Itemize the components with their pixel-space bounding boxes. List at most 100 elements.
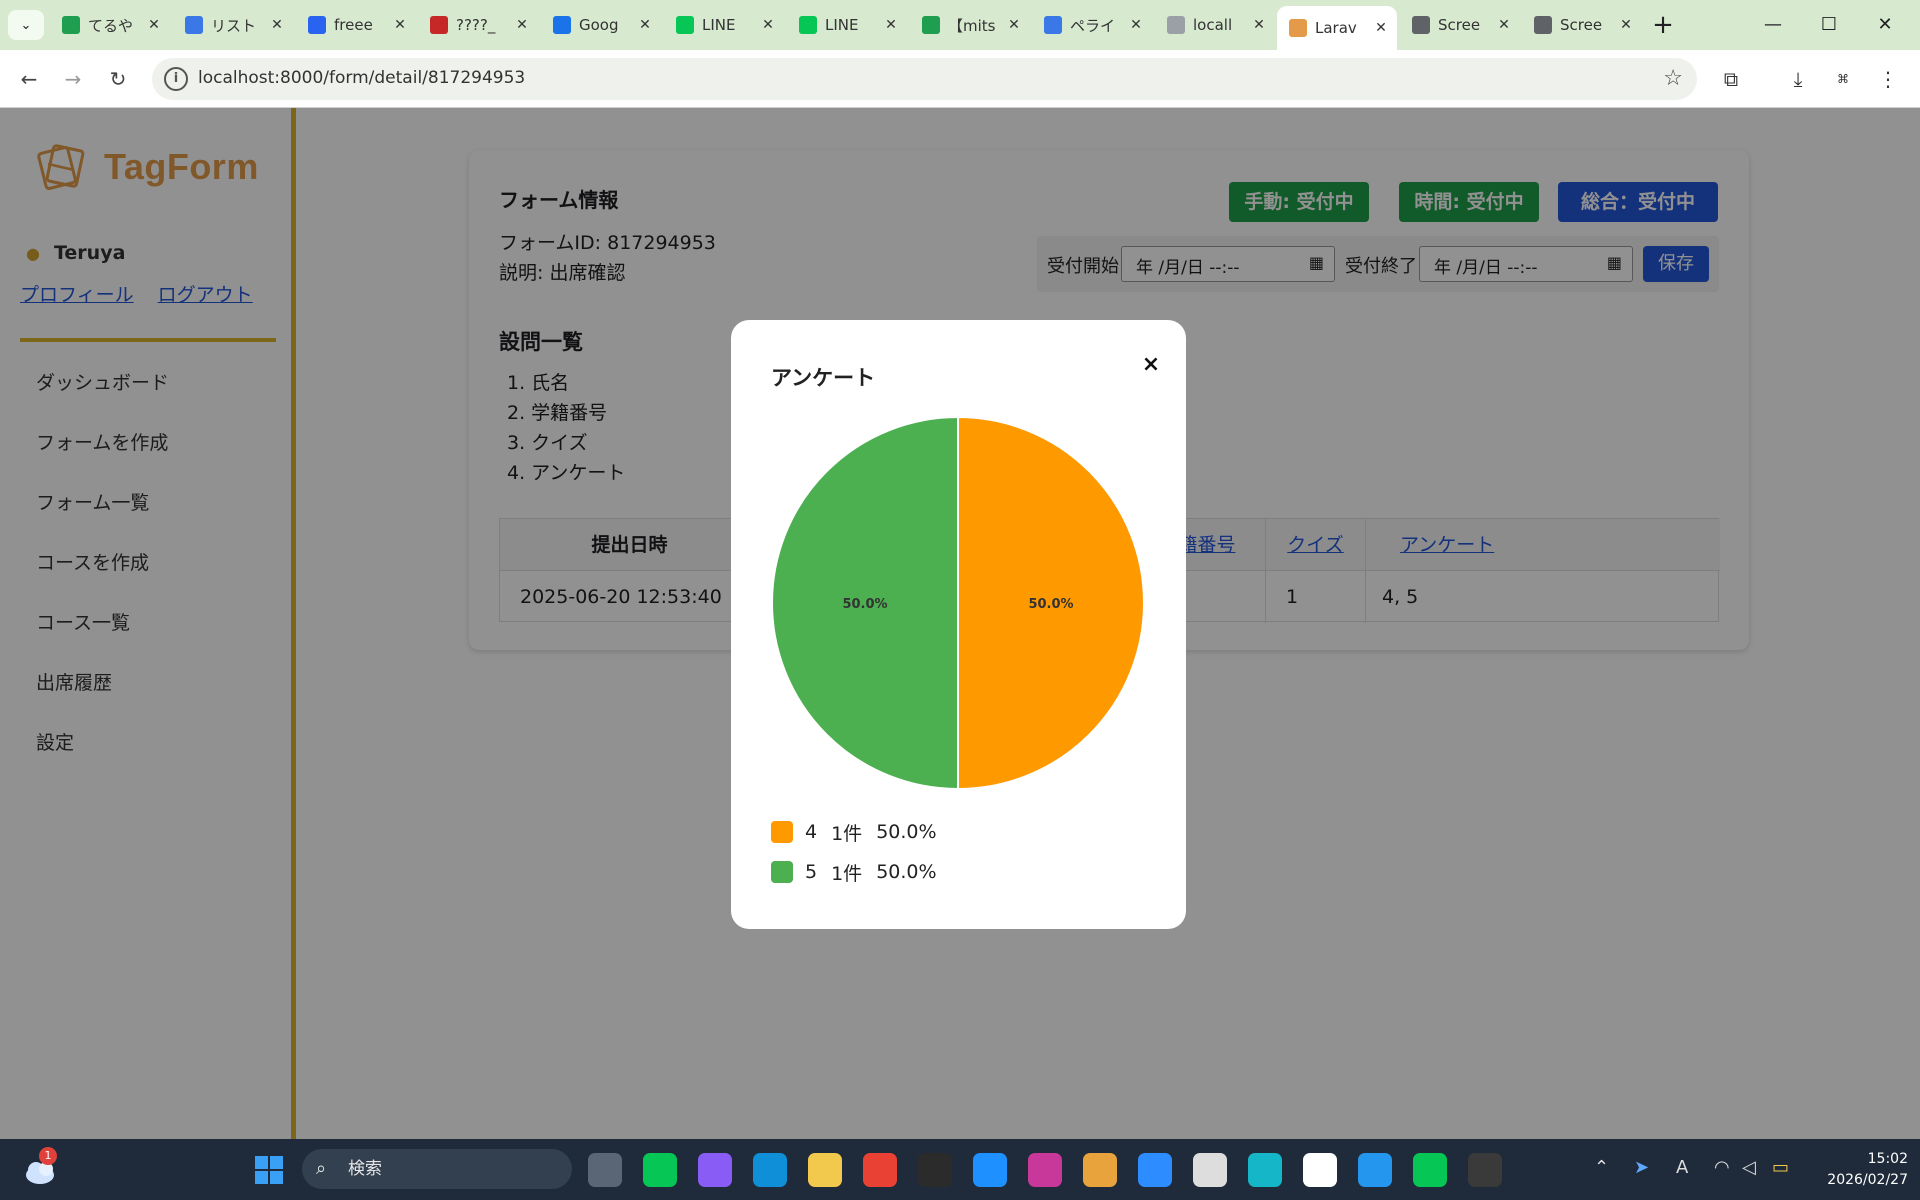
line-app-icon[interactable] — [1413, 1153, 1447, 1187]
taskbar-search[interactable]: ⌕ 検索 — [302, 1149, 572, 1189]
legend-count: 1件 — [831, 822, 863, 845]
translate-icon[interactable]: ⌘ — [1828, 64, 1858, 94]
bookmark-star-icon[interactable]: ☆ — [1663, 66, 1683, 91]
reload-icon[interactable]: ↻ — [103, 64, 133, 94]
legend-label: 4 — [805, 821, 818, 843]
url-text: localhost:8000/form/detail/817294953 — [198, 68, 526, 88]
browser-toolbar: ← → ↻ i localhost:8000/form/detail/81729… — [0, 50, 1920, 108]
notification-badge: 1 — [39, 1147, 57, 1165]
legend-count: 1件 — [831, 862, 863, 885]
legend-item: 4 1件 50.0% — [771, 812, 951, 852]
back-icon[interactable]: ← — [14, 64, 44, 94]
browser-tab[interactable]: Goog ✕ — [541, 8, 661, 42]
taskbar: 1 ⌕ 検索 ⌃ ➤ A ◠ ◁ ▭ 15:02 2026/02/27 — [0, 1139, 1920, 1200]
maximize-button[interactable]: ☐ — [1804, 8, 1854, 42]
tab-close-icon[interactable]: ✕ — [760, 17, 776, 33]
zoom-icon[interactable] — [1138, 1153, 1172, 1187]
tab-close-icon[interactable]: ✕ — [883, 17, 899, 33]
browser-tab[interactable]: LINE ✕ — [664, 8, 784, 42]
tab-favicon-icon — [308, 16, 326, 34]
slack-icon[interactable] — [1083, 1153, 1117, 1187]
chatgpt-icon[interactable] — [918, 1153, 952, 1187]
legend-swatch — [771, 861, 793, 883]
browser-tab[interactable]: ペライ ✕ — [1032, 8, 1152, 42]
tray-send-icon[interactable]: ➤ — [1634, 1157, 1649, 1178]
pie-chart: 50.0% 50.0% — [771, 416, 1145, 790]
tab-label: 【mits — [948, 16, 996, 35]
tab-favicon-icon — [430, 16, 448, 34]
forward-icon[interactable]: → — [58, 64, 88, 94]
volume-icon[interactable]: ◁ — [1742, 1157, 1756, 1178]
browser-tab[interactable]: Larav ✕ — [1277, 6, 1397, 50]
browser-tab[interactable]: Scree ✕ — [1400, 8, 1520, 42]
tab-label: ペライ — [1070, 16, 1116, 35]
taskbar-search-label: 検索 — [348, 1159, 382, 1179]
minimize-button[interactable]: — — [1748, 8, 1798, 42]
task-view-icon[interactable] — [588, 1153, 622, 1187]
tab-close-icon[interactable]: ✕ — [146, 17, 162, 33]
new-tab-button[interactable]: + — [1648, 10, 1678, 40]
clock[interactable]: 15:02 2026/02/27 — [1808, 1149, 1908, 1191]
tab-label: てるや — [88, 16, 134, 35]
battery-icon[interactable]: ▭ — [1772, 1157, 1789, 1178]
chart-modal: アンケート × 50.0% 50.0% 4 1件 50.0% 5 1件 50.0% — [731, 320, 1186, 929]
menu-kebab-icon[interactable]: ⋮ — [1873, 64, 1903, 94]
canva-icon[interactable] — [1248, 1153, 1282, 1187]
close-window-button[interactable]: ✕ — [1860, 8, 1910, 42]
clock-time: 15:02 — [1867, 1151, 1908, 1167]
download-icon[interactable]: ⤓ — [1783, 64, 1813, 94]
docker-icon[interactable] — [1358, 1153, 1392, 1187]
browser-tab[interactable]: freee ✕ — [296, 8, 416, 42]
tab-close-icon[interactable]: ✕ — [392, 17, 408, 33]
app-icon[interactable] — [973, 1153, 1007, 1187]
tab-label: locall — [1193, 16, 1233, 34]
legend-label: 5 — [805, 861, 818, 883]
terminal-icon[interactable] — [1468, 1153, 1502, 1187]
browser-tab-bar: ⌄ てるや ✕ リスト ✕ freee ✕ ????_ ✕ Goog ✕ LINE ✕ LINE ✕ 【mi… — [0, 0, 1920, 50]
tab-label: freee — [334, 16, 373, 34]
browser-tab[interactable]: Scree ✕ — [1522, 8, 1642, 42]
extensions-icon[interactable]: ⧉ — [1716, 64, 1746, 94]
tab-label: Scree — [1560, 16, 1603, 34]
tab-close-icon[interactable]: ✕ — [637, 17, 653, 33]
tab-close-icon[interactable]: ✕ — [269, 17, 285, 33]
tab-close-icon[interactable]: ✕ — [1373, 20, 1389, 36]
tab-close-icon[interactable]: ✕ — [1128, 17, 1144, 33]
search-icon: ⌕ — [316, 1158, 327, 1179]
chrome-icon[interactable] — [863, 1153, 897, 1187]
tray-chevron-icon[interactable]: ⌃ — [1594, 1157, 1609, 1178]
tab-close-icon[interactable]: ✕ — [1251, 17, 1267, 33]
browser-tab[interactable]: リスト ✕ — [173, 8, 293, 42]
browser-tab[interactable]: locall ✕ — [1155, 8, 1275, 42]
copilot-icon[interactable] — [698, 1153, 732, 1187]
legend-swatch — [771, 821, 793, 843]
tab-favicon-icon — [1289, 19, 1307, 37]
site-info-icon[interactable]: i — [164, 67, 188, 91]
close-icon[interactable]: × — [1136, 350, 1166, 380]
tab-close-icon[interactable]: ✕ — [1496, 17, 1512, 33]
app-icon[interactable] — [1193, 1153, 1227, 1187]
file-explorer-icon[interactable] — [808, 1153, 842, 1187]
line-app-icon[interactable] — [643, 1153, 677, 1187]
toggl-icon[interactable] — [1028, 1153, 1062, 1187]
windows-start-icon[interactable] — [254, 1155, 284, 1185]
tab-favicon-icon — [1167, 16, 1185, 34]
pie-slice-label: 50.0% — [1028, 597, 1073, 612]
tab-close-icon[interactable]: ✕ — [1006, 17, 1022, 33]
notion-icon[interactable] — [1303, 1153, 1337, 1187]
tab-favicon-icon — [185, 16, 203, 34]
browser-tab[interactable]: てるや ✕ — [50, 8, 170, 42]
tab-close-icon[interactable]: ✕ — [1618, 17, 1634, 33]
address-bar[interactable]: i localhost:8000/form/detail/817294953 ☆ — [152, 58, 1697, 100]
edge-icon[interactable] — [753, 1153, 787, 1187]
browser-tab[interactable]: 【mits ✕ — [910, 8, 1030, 42]
chart-legend: 4 1件 50.0% 5 1件 50.0% — [771, 812, 951, 892]
tab-search-button[interactable]: ⌄ — [8, 10, 44, 40]
tab-close-icon[interactable]: ✕ — [514, 17, 530, 33]
ime-icon[interactable]: A — [1676, 1157, 1688, 1178]
wifi-icon[interactable]: ◠ — [1714, 1157, 1730, 1178]
browser-tab[interactable]: ????_ ✕ — [418, 8, 538, 42]
tab-label: ????_ — [456, 16, 496, 34]
browser-tab[interactable]: LINE ✕ — [787, 8, 907, 42]
tab-favicon-icon — [62, 16, 80, 34]
